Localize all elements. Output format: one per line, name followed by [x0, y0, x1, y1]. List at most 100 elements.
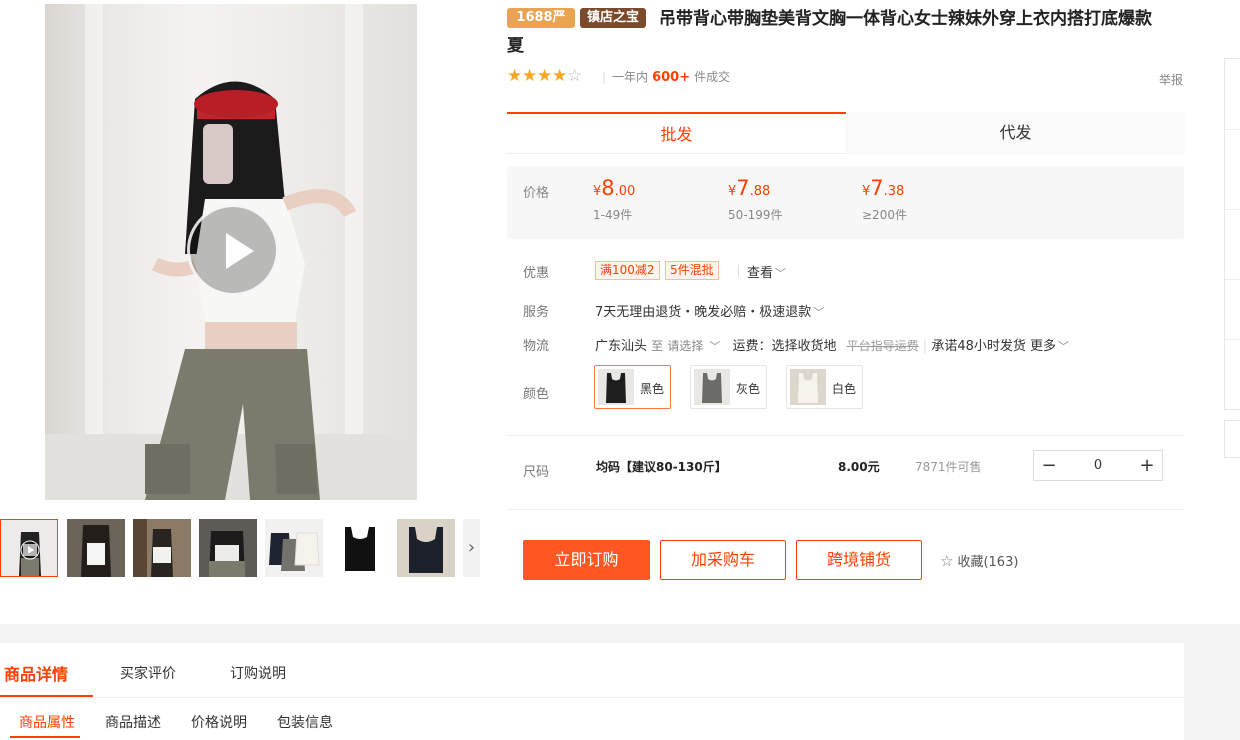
sales-suffix: 件成交	[694, 70, 731, 84]
origin-city: 广东汕头	[595, 339, 648, 354]
price-decimal: .38	[883, 184, 905, 199]
star-outline-icon: ☆	[940, 552, 954, 570]
sales-number: 600+	[652, 70, 691, 85]
service-label: 服务	[523, 305, 550, 320]
chevron-down-icon[interactable]: ﹀	[709, 338, 720, 354]
price-tier: ¥7.38 ≥200件	[862, 176, 907, 223]
color-option-white[interactable]: 白色	[786, 365, 863, 409]
product-title: 吊带背心带胸垫美背文胸一体背心女士辣妹外穿上衣内搭打底爆款夏	[507, 9, 1152, 56]
star-icon: ★	[537, 66, 553, 86]
ship-promise: 承诺48小时发货	[931, 339, 1026, 354]
size-name: 均码【建议80-130斤】	[596, 460, 727, 474]
divider	[1225, 339, 1240, 340]
size-label: 尺码	[523, 465, 550, 480]
logistics-row: 广东汕头 至 请选择 ﹀ 运费：选择收货地 平台指导运费 | 承诺48小时发货 更…	[595, 338, 1070, 354]
price-box: 价格 ¥8.00 1-49件 ¥7.88 50-199件 ¥7.38 ≥200件	[507, 166, 1184, 239]
thumbnail-strip: ›	[0, 519, 480, 579]
divider	[0, 697, 1184, 698]
size-stock: 7871件可售	[915, 460, 982, 474]
right-sidebar[interactable]	[1224, 58, 1240, 410]
price-decimal: .88	[749, 184, 771, 199]
color-option-gray[interactable]: 灰色	[690, 365, 767, 409]
chevron-down-icon[interactable]: ﹀	[1058, 338, 1069, 354]
star-icon: ★	[507, 66, 523, 86]
thumbnail[interactable]	[199, 519, 257, 577]
purchase-mode-tabs: 批发 代发	[507, 112, 1185, 154]
buy-now-button[interactable]: 立即订购	[523, 540, 650, 580]
detail-section: 商品详情 买家评价 订购说明 商品属性 商品描述 价格说明 包装信息	[0, 643, 1184, 740]
promo-view-button[interactable]: 查看 ﹀	[737, 262, 787, 281]
chevron-down-icon: ﹀	[813, 306, 825, 319]
star-icon: ★	[552, 66, 568, 86]
product-page: { "title": { "badge_yanxuan": "1688严选", …	[0, 0, 1240, 740]
to-label: 至	[651, 339, 664, 353]
chevron-right-icon[interactable]: ›	[463, 519, 480, 577]
minus-button[interactable]: −	[1034, 451, 1064, 480]
price-decimal: .00	[614, 184, 636, 199]
tab-product-detail[interactable]: 商品详情	[4, 661, 68, 685]
sidebar-button[interactable]	[1224, 420, 1240, 458]
divider	[507, 509, 1184, 510]
active-subtab-indicator	[10, 736, 80, 738]
price-tier-qty: 50-199件	[728, 208, 783, 222]
favorite-label: 收藏(163)	[957, 555, 1019, 570]
logistics-label: 物流	[523, 339, 550, 354]
play-video-icon[interactable]	[187, 204, 279, 296]
price-integer: 8	[601, 176, 615, 200]
sales-prefix: 一年内	[612, 70, 649, 84]
promo-label: 优惠	[523, 266, 550, 281]
tab-order-notes[interactable]: 订购说明	[230, 663, 286, 683]
rating-stars: ★★★★☆	[507, 66, 582, 86]
cross-border-button[interactable]: 跨境铺货	[796, 540, 922, 580]
thumbnail[interactable]	[0, 519, 58, 577]
price-tier-qty: ≥200件	[862, 208, 907, 222]
service-text: 7天无理由退货・晚发必赔・极速退款	[595, 305, 812, 320]
thumbnail[interactable]	[67, 519, 125, 577]
price-integer: 7	[736, 176, 750, 200]
price-tier: ¥8.00 1-49件	[593, 176, 635, 223]
report-link[interactable]: 举报	[1159, 71, 1183, 88]
thumbnail[interactable]	[265, 519, 323, 577]
color-label: 颜色	[523, 387, 550, 402]
color-option-black[interactable]: 黑色	[594, 365, 671, 409]
subtab-description[interactable]: 商品描述	[105, 712, 161, 732]
star-icon: ★	[522, 66, 538, 86]
color-name: 灰色	[736, 382, 761, 396]
divider	[1225, 129, 1240, 130]
main-product-image[interactable]	[45, 4, 417, 500]
service-dropdown[interactable]: 7天无理由退货・晚发必赔・极速退款 ﹀	[595, 301, 824, 320]
tab-buyer-reviews[interactable]: 买家评价	[120, 663, 176, 683]
color-name: 白色	[832, 382, 857, 396]
quantity-input[interactable]: 0	[1064, 451, 1132, 480]
divider	[1225, 279, 1240, 280]
destination-select[interactable]: 请选择	[667, 339, 703, 353]
favorite-button[interactable]: ☆ 收藏(163)	[940, 551, 1018, 570]
price-label: 价格	[523, 186, 550, 201]
shipping-fee: 运费：选择收货地	[732, 339, 837, 354]
subtab-packaging[interactable]: 包装信息	[277, 712, 333, 732]
size-price: 8.00元	[838, 460, 880, 474]
price-integer: 7	[870, 176, 884, 200]
thumbnail[interactable]	[331, 519, 389, 577]
divider	[1225, 209, 1240, 210]
swatch-image	[598, 369, 634, 405]
sales-count: | 一年内 600+ 件成交	[602, 70, 731, 85]
divider	[507, 435, 1184, 436]
subtab-price-notes[interactable]: 价格说明	[191, 712, 247, 732]
logistics-more-button[interactable]: 更多	[1030, 339, 1056, 354]
coupon-badge[interactable]: 满100减2	[595, 261, 660, 280]
chevron-down-icon: ﹀	[775, 267, 787, 280]
price-tier: ¥7.88 50-199件	[728, 176, 783, 223]
tab-dropship[interactable]: 代发	[846, 112, 1185, 154]
thumbnail[interactable]	[397, 519, 455, 577]
plus-button[interactable]: +	[1132, 451, 1162, 480]
swatch-image	[694, 369, 730, 405]
coupon-badge[interactable]: 5件混批	[665, 261, 719, 280]
star-empty-icon: ☆	[567, 66, 583, 86]
thumbnail[interactable]	[133, 519, 191, 577]
quantity-stepper: − 0 +	[1033, 450, 1163, 481]
color-name: 黑色	[640, 382, 665, 396]
subtab-attributes[interactable]: 商品属性	[19, 712, 75, 732]
tab-wholesale[interactable]: 批发	[507, 112, 846, 154]
add-to-cart-button[interactable]: 加采购车	[660, 540, 786, 580]
